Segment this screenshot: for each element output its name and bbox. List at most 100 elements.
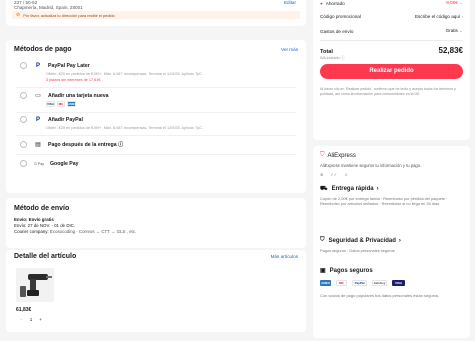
google-pay-icon: G Pay	[34, 161, 44, 166]
visa-icon: VISA	[392, 280, 405, 286]
shipping-cost-row: Gastos de envío Gratis ⌄	[320, 28, 463, 34]
secure-payments-text: Con socios de pago populares tus datos p…	[320, 293, 440, 298]
total-label: Total	[320, 49, 333, 55]
card-brands: VISA MC AMEX	[46, 101, 77, 107]
paypal-icon: P	[35, 62, 40, 69]
payment-promo: Obtén -€20 en pedidos de €190+. Máx. 8,0…	[46, 72, 203, 76]
chevron-right-icon: ›	[376, 186, 379, 192]
decrease-button[interactable]: −	[20, 317, 23, 322]
fast-delivery-header[interactable]: ⛟ Entrega rápida ›	[320, 185, 379, 193]
place-order-button[interactable]: Realizar pedido	[320, 64, 463, 79]
vat-note: IVA incluido ⓘ	[320, 56, 345, 60]
coupon-icon: ●	[320, 0, 323, 6]
payment-option-paypal-later[interactable]: P PayPal Pay Later	[20, 62, 292, 69]
trust-header: ⛉ AliExpress	[320, 152, 356, 159]
saved-value[interactable]: -9,00€ ⌄	[445, 0, 463, 6]
more-items-link[interactable]: Más artículos	[271, 254, 298, 259]
increase-button[interactable]: +	[39, 317, 42, 322]
shipping-card: Método de envío Envío: Envío gratis Enví…	[6, 198, 306, 248]
promo-input[interactable]: Escribe el código aquí ›	[415, 14, 463, 19]
mastercard-icon: MC	[336, 280, 347, 286]
payment-label: PayPal Pay Later	[48, 62, 90, 69]
radio-new-card[interactable]	[20, 92, 27, 99]
payment-label: Google Pay	[50, 160, 79, 167]
credit-card-icon: ▭	[35, 93, 41, 99]
secure-payments-header: ▣ Pagos seguros	[320, 267, 373, 275]
warning-icon: ⊘	[16, 12, 21, 18]
summary-card: ● Ahorrado -9,00€ ⌄ Código promocional Es…	[313, 0, 470, 140]
edit-address-link[interactable]: Editar	[284, 0, 296, 5]
promo-row[interactable]: Código promocional Escribe el código aqu…	[320, 14, 463, 19]
payment-option-new-card[interactable]: ▭ Añadir una tarjeta nueva	[20, 92, 292, 99]
product-image[interactable]	[16, 268, 54, 302]
amex-icon: AMEX	[67, 101, 77, 107]
payment-option-google-pay[interactable]: G Pay Google Pay	[20, 160, 292, 167]
radio-paypal[interactable]	[20, 116, 27, 123]
shipping-cost-value: Gratis ⌄	[445, 28, 463, 33]
amex-icon: AMEX	[320, 280, 331, 286]
wallet-icon: ▣	[320, 268, 326, 274]
benefits-card: ⛟ Entrega rápida › Cupón de 2,00€ por en…	[313, 176, 470, 338]
chevron-right-icon: ›	[398, 237, 401, 244]
paypal-icon: P	[35, 116, 40, 123]
visa-icon: VISA	[46, 101, 55, 107]
payment-promo: Obtén -€20 en pedidos de €199+. Máx. 8,0…	[46, 126, 203, 130]
payment-label: Añadir una tarjeta nueva	[48, 92, 109, 99]
info-icon: ⓘ	[340, 56, 345, 60]
secure-payments-title: Pagos seguros	[329, 267, 373, 274]
fast-delivery-title: Entrega rápida	[331, 186, 374, 192]
privacy-text: Pagos seguros · Datos personales seguros	[320, 248, 395, 253]
privacy-header[interactable]: ⛉ Seguridad & Privacidad ›	[320, 237, 401, 244]
trust-brand: AliExpress	[327, 152, 356, 159]
divider	[320, 40, 463, 41]
item-price: 61,83€	[16, 307, 32, 313]
address-warning: ⊘ Por favor, actualiza tu dirección para…	[12, 11, 300, 19]
truck-icon: ⛟	[320, 186, 328, 192]
payment-logos: AMEX MC PayPal SafeKey VISA	[320, 280, 405, 286]
installments-text: 3 plazos sin intereses de 17,61€	[46, 78, 101, 82]
shipping-line1: Envío: Envío gratis	[14, 217, 54, 222]
chevron-down-icon: ⌄	[459, 28, 463, 33]
invoice-icon: ▤	[35, 142, 41, 148]
safekey-icon: SafeKey	[372, 280, 387, 286]
radio-pay-later[interactable]	[20, 141, 27, 148]
address-card: 237 / 50-52 Chapinería, Madrid, Spain, 2…	[6, 0, 306, 26]
shield-check-icon: ⛉	[320, 237, 325, 243]
see-more-link[interactable]: Ver más	[281, 47, 298, 52]
fast-delivery-text: Cupón de 2,00€ por entrega tardía · Reem…	[320, 196, 448, 206]
chevron-down-icon: ⌄	[459, 0, 463, 5]
radio-google-pay[interactable]	[20, 160, 27, 167]
mastercard-icon: MC	[57, 101, 65, 107]
courier-prefix: Courier company:	[14, 229, 49, 234]
divider	[16, 87, 296, 88]
drill-icon	[20, 274, 52, 297]
trust-text: AliExpress mantiene seguros tu informaci…	[320, 163, 422, 168]
payment-label: Pago después de la entrega ⓘ	[48, 142, 124, 148]
address-line2: Chapinería, Madrid, Spain, 28001	[14, 5, 83, 10]
privacy-title: Seguridad & Privacidad	[328, 237, 396, 244]
legal-text: Al hacer clic en 'Realizar pedido', conf…	[320, 87, 456, 96]
item-title: Detalle del artículo	[14, 253, 77, 260]
payment-option-paypal[interactable]: P Añadir PayPal	[20, 116, 292, 123]
courier-row: Courier company: Ecosocoding · Correos →…	[14, 229, 136, 234]
divider	[16, 154, 296, 155]
radio-paypal-later[interactable]	[20, 62, 27, 69]
shipping-line2: Envío: 27 de NOV. - 01 de DIC.	[14, 223, 76, 228]
warning-text: Por favor, actualiza tu dirección para r…	[23, 12, 115, 18]
payment-option-pay-later[interactable]: ▤ Pago después de la entrega ⓘ	[20, 141, 292, 148]
quantity-value[interactable]: 1	[30, 317, 33, 322]
quantity-stepper[interactable]: − 1 +	[20, 317, 42, 322]
saved-label: Ahorrado	[325, 0, 345, 6]
shipping-cost-label: Gastos de envío	[320, 28, 354, 34]
payment-methods-card: Métodos de pago Ver más P PayPal Pay Lat…	[6, 40, 306, 193]
total-value: 52,83€	[438, 46, 463, 55]
item-card: Detalle del artículo Más artículos 61,83…	[6, 250, 306, 332]
couriers-text: Ecosocoding · Correos → CTT → GLS , etc.	[49, 229, 137, 234]
paypal-icon: PayPal	[352, 280, 367, 286]
payment-label: Añadir PayPal	[48, 116, 83, 123]
promo-label: Código promocional	[320, 14, 361, 19]
chevron-right-icon: ›	[461, 14, 463, 19]
shield-icon: ⛉	[320, 152, 325, 158]
shipping-title: Método de envío	[14, 205, 70, 212]
payment-title: Métodos de pago	[14, 46, 72, 53]
